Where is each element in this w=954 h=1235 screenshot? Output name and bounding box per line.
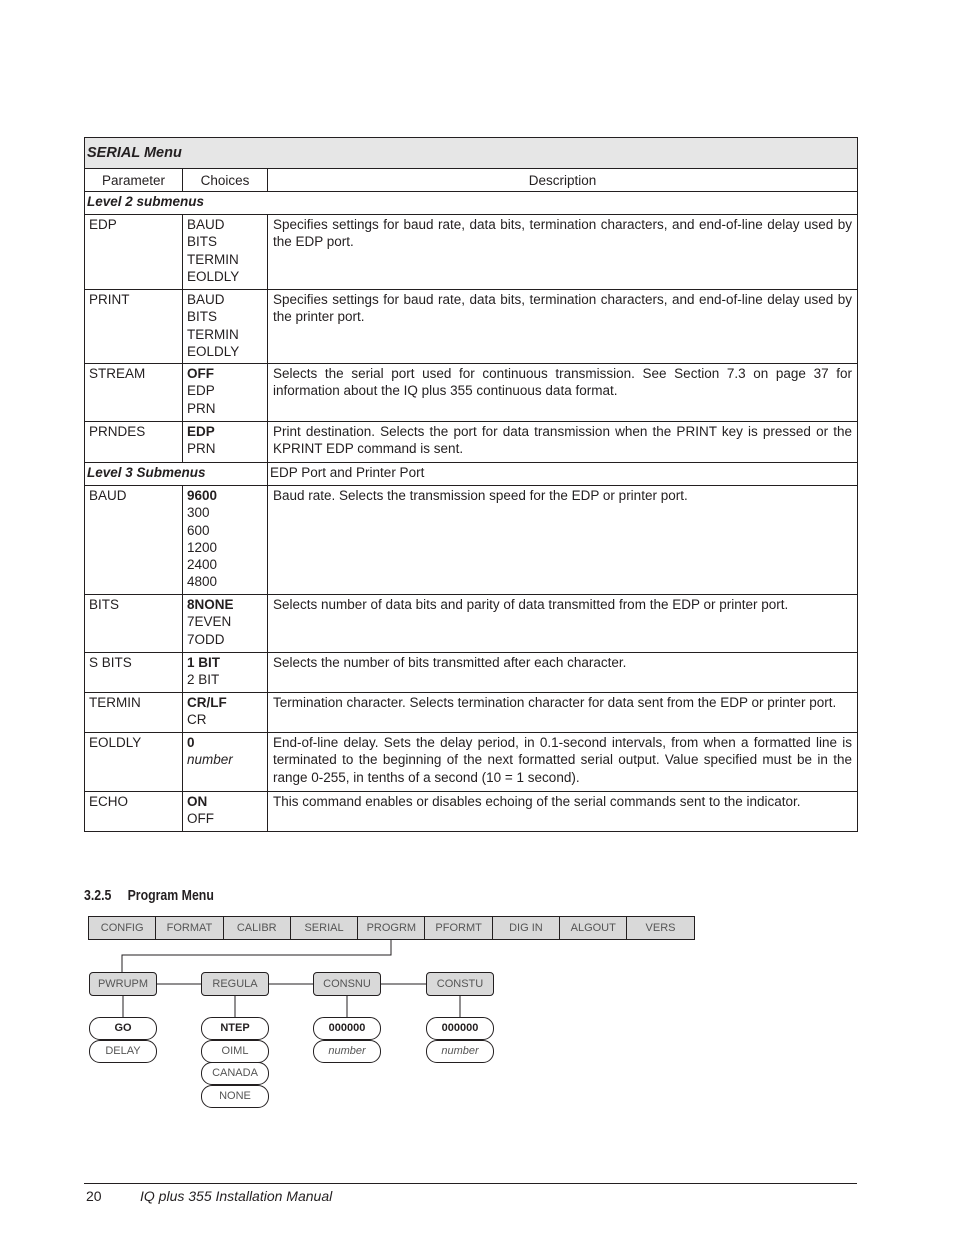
choice-pill: number — [313, 1039, 381, 1063]
choice-pill: number — [426, 1039, 494, 1063]
choice-pill: DELAY — [89, 1039, 157, 1063]
choice-pill: OIML — [201, 1039, 269, 1063]
manual-page: SERIAL Menu Parameter Choices Descriptio… — [0, 0, 954, 1235]
choice-pill: GO — [89, 1017, 157, 1040]
param-box-regula: REGULA — [201, 972, 269, 996]
param-box-consnu: CONSNU — [313, 972, 381, 996]
choice-pill: 000000 — [313, 1017, 381, 1040]
choice-pill: CANADA — [201, 1062, 269, 1085]
page-number: 20 — [86, 1188, 102, 1204]
param-box-constu: CONSTU — [426, 972, 494, 996]
connector-progrm — [121, 940, 392, 972]
footer-rule — [84, 1183, 857, 1184]
param-box-pwrupm: PWRUPM — [89, 972, 157, 996]
choice-pill: NONE — [201, 1084, 269, 1108]
choice-pill: 000000 — [426, 1017, 494, 1040]
choice-pill: NTEP — [201, 1017, 269, 1040]
manual-title: IQ plus 355 Installation Manual — [140, 1188, 333, 1204]
